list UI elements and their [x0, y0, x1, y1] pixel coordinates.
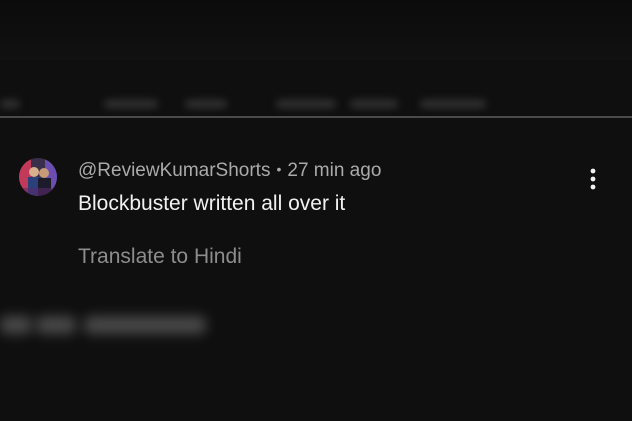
- translate-button[interactable]: Translate to Hindi: [78, 245, 242, 269]
- blurred-next-content: [0, 308, 632, 348]
- avatar-image: [19, 158, 57, 196]
- blurred-previous-content: [0, 96, 632, 112]
- more-vertical-icon: [590, 168, 596, 190]
- avatar[interactable]: [19, 158, 57, 196]
- comment-item: @ReviewKumarShorts • 27 min ago Blockbuste…: [0, 118, 632, 318]
- separator-dot: •: [276, 161, 282, 177]
- top-band: [0, 0, 632, 60]
- comment-header: @ReviewKumarShorts • 27 min ago: [78, 160, 381, 182]
- more-options-button[interactable]: [578, 162, 608, 196]
- author-handle[interactable]: @ReviewKumarShorts: [78, 160, 270, 181]
- comment-text: Blockbuster written all over it: [78, 192, 346, 215]
- comments-screen: @ReviewKumarShorts • 27 min ago Blockbuste…: [0, 0, 632, 421]
- timestamp: 27 min ago: [287, 160, 382, 181]
